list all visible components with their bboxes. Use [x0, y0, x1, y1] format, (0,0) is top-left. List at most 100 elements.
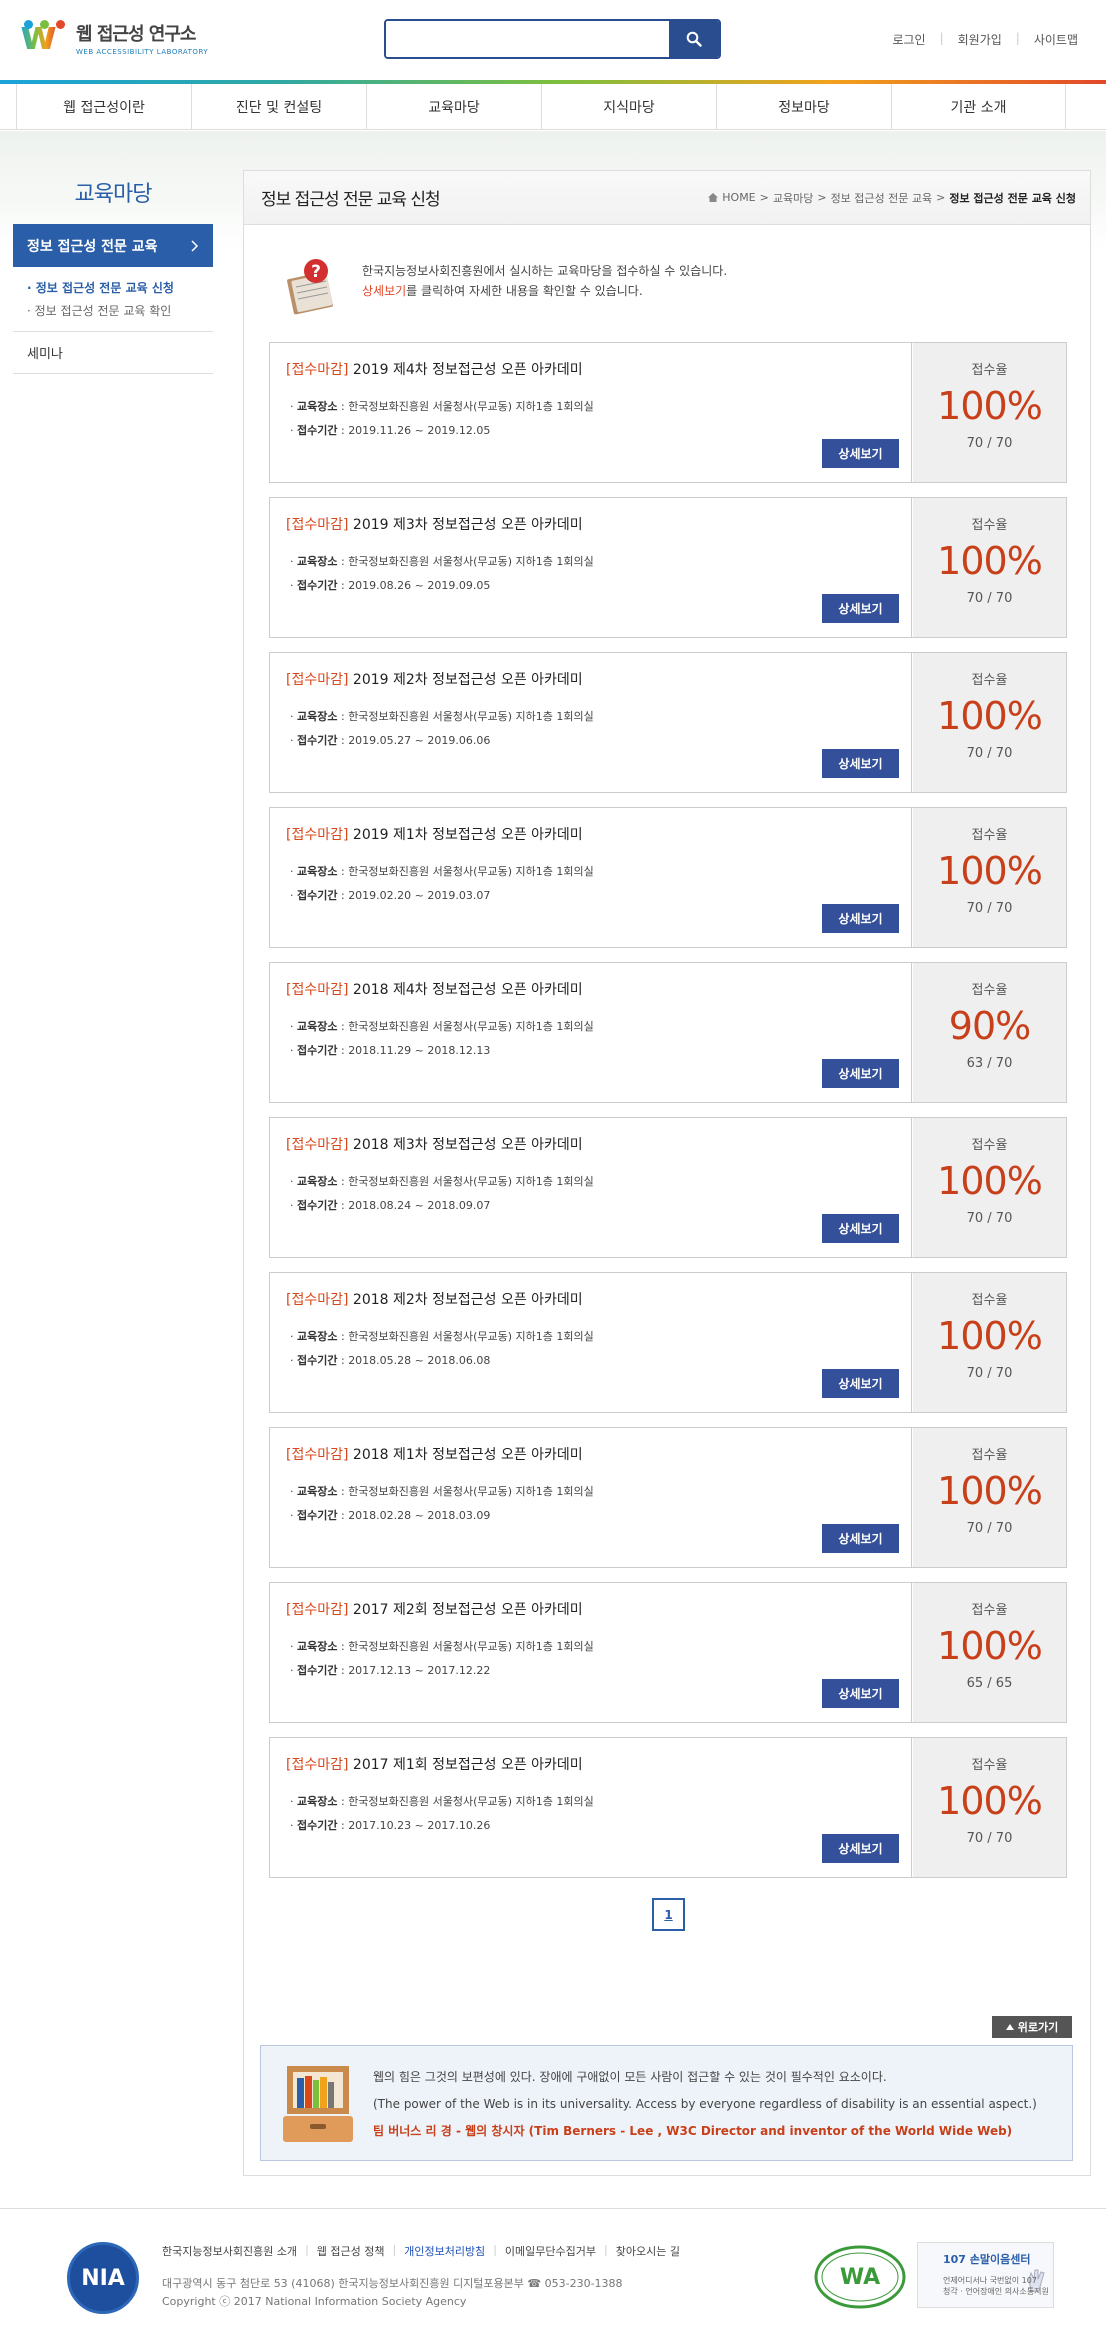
- breadcrumb-current: 정보 접근성 전문 교육 신청: [949, 191, 1076, 205]
- rate-count: 70 / 70: [966, 591, 1013, 606]
- course-place: · 교육장소 : 한국정보화진흥원 서울청사(무교동) 지하1층 1회의실: [290, 1485, 594, 1498]
- login-link[interactable]: 로그인: [892, 31, 925, 48]
- gnb-item-education[interactable]: 교육마당: [366, 84, 541, 130]
- course-status: [접수마감]: [286, 362, 349, 378]
- intro-section: ? 한국지능정보사회진흥원에서 실시하는 교육마당을 접수하실 수 있습니다. …: [284, 257, 727, 315]
- rate-percent: 100%: [937, 1624, 1043, 1668]
- course-card-body: [접수마감] 2019 제1차 정보접근성 오픈 아카데미 · 교육장소 : 한국…: [270, 808, 912, 947]
- scroll-to-top-button[interactable]: 위로가기: [992, 2016, 1072, 2038]
- course-rate-panel: 접수율 100% 70 / 70: [913, 808, 1066, 947]
- course-place: · 교육장소 : 한국정보화진흥원 서울청사(무교동) 지하1층 1회의실: [290, 710, 594, 723]
- course-info: · 교육장소 : 한국정보화진흥원 서울청사(무교동) 지하1층 1회의실 · 접…: [290, 1325, 594, 1373]
- footer-link-email[interactable]: 이메일무단수집거부: [505, 2243, 596, 2259]
- course-card-body: [접수마감] 2018 제1차 정보접근성 오픈 아카데미 · 교육장소 : 한국…: [270, 1428, 912, 1567]
- sidebar-item-label: 정보 접근성 전문 교육: [27, 238, 158, 255]
- course-title[interactable]: [접수마감] 2019 제4차 정보접근성 오픈 아카데미: [286, 359, 583, 379]
- gnb-item-information[interactable]: 정보마당: [716, 84, 891, 130]
- course-detail-button[interactable]: 상세보기: [822, 1369, 899, 1398]
- rate-percent: 100%: [937, 694, 1043, 738]
- course-card: [접수마감] 2018 제2차 정보접근성 오픈 아카데미 · 교육장소 : 한국…: [269, 1272, 1067, 1413]
- footer-link-about[interactable]: 한국지능정보사회진흥원 소개: [162, 2243, 297, 2259]
- site-logo[interactable]: w 웹 접근성 연구소 WEB ACCESSIBILITY LABORATORY: [18, 16, 208, 58]
- notebook-question-icon: ?: [287, 259, 333, 315]
- breadcrumb-home[interactable]: HOME: [722, 191, 755, 204]
- course-detail-button[interactable]: 상세보기: [822, 1059, 899, 1088]
- footer-link-privacy[interactable]: 개인정보처리방침: [404, 2243, 485, 2259]
- signup-link[interactable]: 회원가입: [958, 31, 1002, 48]
- course-title[interactable]: [접수마감] 2019 제1차 정보접근성 오픈 아카데미: [286, 824, 583, 844]
- course-detail-button[interactable]: 상세보기: [822, 1524, 899, 1553]
- sidebar-subitem-apply[interactable]: · 정보 접근성 전문 교육 신청: [27, 277, 213, 300]
- course-status: [접수마감]: [286, 1292, 349, 1308]
- breadcrumb-separator: >: [759, 191, 769, 204]
- global-navigation: 웹 접근성이란 진단 및 컨설팅 교육마당 지식마당 정보마당 기관 소개: [0, 84, 1106, 130]
- course-title[interactable]: [접수마감] 2018 제3차 정보접근성 오픈 아카데미: [286, 1134, 583, 1154]
- rate-count: 65 / 65: [966, 1676, 1013, 1691]
- site-header: w 웹 접근성 연구소 WEB ACCESSIBILITY LABORATORY…: [0, 0, 1106, 82]
- sidebar-item-seminar[interactable]: 세미나: [13, 332, 213, 374]
- course-place: · 교육장소 : 한국정보화진흥원 서울청사(무교동) 지하1층 1회의실: [290, 1175, 594, 1188]
- course-rate-panel: 접수율 90% 63 / 70: [913, 963, 1066, 1102]
- course-detail-button[interactable]: 상세보기: [822, 1214, 899, 1243]
- course-rate-panel: 접수율 100% 70 / 70: [913, 1273, 1066, 1412]
- breadcrumb-course[interactable]: 정보 접근성 전문 교육: [831, 190, 933, 206]
- rate-percent: 100%: [937, 1314, 1043, 1358]
- sitemap-link[interactable]: 사이트맵: [1034, 31, 1078, 48]
- course-title[interactable]: [접수마감] 2018 제1차 정보접근성 오픈 아카데미: [286, 1444, 583, 1464]
- rate-percent: 100%: [937, 384, 1043, 428]
- course-detail-button[interactable]: 상세보기: [822, 1679, 899, 1708]
- search-input[interactable]: [386, 21, 671, 57]
- course-title[interactable]: [접수마감] 2019 제3차 정보접근성 오픈 아카데미: [286, 514, 583, 534]
- rate-label: 접수율: [971, 1758, 1008, 1773]
- footer-links: 한국지능정보사회진흥원 소개 | 웹 접근성 정책 | 개인정보처리방침 | 이…: [162, 2243, 680, 2259]
- rate-percent: 100%: [937, 1779, 1043, 1823]
- breadcrumb: HOME > 교육마당 > 정보 접근성 전문 교육 > 정보 접근성 전문 교…: [708, 190, 1076, 206]
- course-rate-panel: 접수율 100% 70 / 70: [913, 1118, 1066, 1257]
- gnb-item-accessibility[interactable]: 웹 접근성이란: [16, 84, 191, 130]
- course-period: · 접수기간 : 2017.12.13 ~ 2017.12.22: [290, 1664, 491, 1677]
- course-period: · 접수기간 : 2019.02.20 ~ 2019.03.07: [290, 889, 491, 902]
- rate-label: 접수율: [971, 983, 1008, 998]
- course-card-body: [접수마감] 2018 제4차 정보접근성 오픈 아카데미 · 교육장소 : 한국…: [270, 963, 912, 1102]
- rate-count: 70 / 70: [966, 901, 1013, 916]
- course-detail-button[interactable]: 상세보기: [822, 1834, 899, 1863]
- footer-link-directions[interactable]: 찾아오시는 길: [616, 2243, 680, 2259]
- rate-percent: 100%: [937, 849, 1043, 893]
- web-accessibility-mark-icon[interactable]: WA: [812, 2239, 908, 2311]
- rate-label: 접수율: [971, 1293, 1008, 1308]
- gnb-item-consulting[interactable]: 진단 및 컨설팅: [191, 84, 366, 130]
- course-card: [접수마감] 2017 제1회 정보접근성 오픈 아카데미 · 교육장소 : 한국…: [269, 1737, 1067, 1878]
- rate-label: 접수율: [971, 673, 1008, 688]
- sidebar-subitem-check[interactable]: · 정보 접근성 전문 교육 확인: [27, 300, 213, 323]
- sidebar-submenu: · 정보 접근성 전문 교육 신청 · 정보 접근성 전문 교육 확인: [13, 267, 213, 332]
- course-info: · 교육장소 : 한국정보화진흥원 서울청사(무교동) 지하1층 1회의실 · 접…: [290, 705, 594, 753]
- rate-count: 70 / 70: [966, 1211, 1013, 1226]
- separator: |: [493, 2243, 497, 2256]
- course-title[interactable]: [접수마감] 2017 제2회 정보접근성 오픈 아카데미: [286, 1599, 583, 1619]
- rate-count: 70 / 70: [966, 436, 1013, 451]
- course-detail-button[interactable]: 상세보기: [822, 749, 899, 778]
- gnb-item-about[interactable]: 기관 소개: [891, 84, 1066, 130]
- course-info: · 교육장소 : 한국정보화진흥원 서울청사(무교동) 지하1층 1회의실 · 접…: [290, 1790, 594, 1838]
- course-period: · 접수기간 : 2019.08.26 ~ 2019.09.05: [290, 579, 491, 592]
- gnb-item-knowledge[interactable]: 지식마당: [541, 84, 716, 130]
- course-period: · 접수기간 : 2018.08.24 ~ 2018.09.07: [290, 1199, 491, 1212]
- pagination-page-1[interactable]: 1: [652, 1898, 685, 1931]
- course-title[interactable]: [접수마감] 2018 제4차 정보접근성 오픈 아카데미: [286, 979, 583, 999]
- rate-label: 접수율: [971, 1448, 1008, 1463]
- course-title[interactable]: [접수마감] 2018 제2차 정보접근성 오픈 아카데미: [286, 1289, 583, 1309]
- sign-language-center-banner[interactable]: 107 손말이음센터 언제어디서나 국번없이 107 청각 · 언어장애인 의사소…: [917, 2242, 1054, 2308]
- sidebar-item-active[interactable]: 정보 접근성 전문 교육: [13, 224, 213, 267]
- intro-detail-link[interactable]: 상세보기: [362, 284, 406, 298]
- course-title[interactable]: [접수마감] 2017 제1회 정보접근성 오픈 아카데미: [286, 1754, 583, 1774]
- sidebar-title: 교육마당: [74, 182, 153, 207]
- breadcrumb-education[interactable]: 교육마당: [773, 190, 813, 206]
- footer-link-policy[interactable]: 웹 접근성 정책: [317, 2243, 385, 2259]
- course-status: [접수마감]: [286, 982, 349, 998]
- course-title[interactable]: [접수마감] 2019 제2차 정보접근성 오픈 아카데미: [286, 669, 583, 689]
- course-place: · 교육장소 : 한국정보화진흥원 서울청사(무교동) 지하1층 1회의실: [290, 1020, 594, 1033]
- search-button[interactable]: [669, 21, 719, 57]
- course-detail-button[interactable]: 상세보기: [822, 594, 899, 623]
- course-detail-button[interactable]: 상세보기: [822, 439, 899, 468]
- course-detail-button[interactable]: 상세보기: [822, 904, 899, 933]
